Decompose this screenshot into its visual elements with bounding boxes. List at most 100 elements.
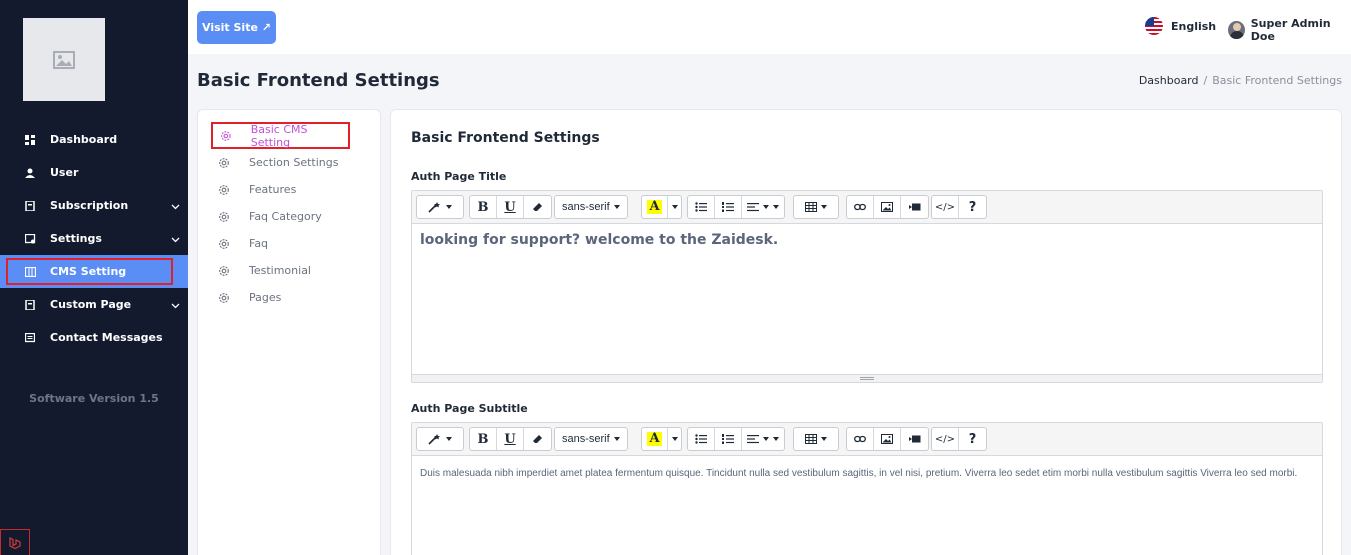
help-button[interactable]: ? xyxy=(959,196,986,218)
video-button[interactable] xyxy=(901,428,928,450)
menu-basic-cms-setting[interactable]: Basic CMS Setting xyxy=(211,122,350,149)
video-icon xyxy=(908,203,920,211)
color-a-icon: A xyxy=(647,199,662,214)
bullet-list-icon xyxy=(695,202,707,212)
sidebar-item-cms-setting[interactable]: CMS Setting xyxy=(0,255,188,288)
align-left-icon xyxy=(747,435,759,444)
image-icon xyxy=(53,50,75,69)
eraser-button[interactable] xyxy=(524,428,551,450)
chevron-down-icon xyxy=(171,200,180,213)
table-button[interactable] xyxy=(794,196,838,218)
editor-toolbar: B U sans-serif A </> ? xyxy=(412,423,1322,456)
link-button[interactable] xyxy=(847,196,874,218)
color-dropdown[interactable] xyxy=(668,196,681,218)
sidebar-nav: Dashboard User Subscription Settings CMS… xyxy=(0,123,188,354)
align-left-icon xyxy=(747,203,759,212)
insert-group xyxy=(846,427,929,451)
language-label: English xyxy=(1171,19,1217,33)
sidebar-item-label: Contact Messages xyxy=(50,331,163,344)
gear-icon xyxy=(221,130,231,141)
ordered-list-button[interactable] xyxy=(715,428,742,450)
bullet-list-button[interactable] xyxy=(688,196,715,218)
text-color-button[interactable]: A xyxy=(642,196,668,218)
us-flag-icon xyxy=(1145,17,1163,35)
breadcrumb: Dashboard / Basic Frontend Settings xyxy=(1139,74,1342,87)
sidebar-item-dashboard[interactable]: Dashboard xyxy=(0,123,188,156)
subscription-icon xyxy=(24,200,36,212)
image-button[interactable] xyxy=(874,196,901,218)
main-content-card: Basic Frontend Settings Auth Page Title … xyxy=(390,109,1342,555)
video-button[interactable] xyxy=(901,196,928,218)
magic-style-button[interactable] xyxy=(417,428,463,450)
avatar xyxy=(1228,21,1245,39)
sidebar-item-custom-page[interactable]: Custom Page xyxy=(0,288,188,321)
image-button[interactable] xyxy=(874,428,901,450)
code-view-button[interactable]: </> xyxy=(932,196,959,218)
auth-page-subtitle-content[interactable]: Duis malesuada nibh imperdiet amet plate… xyxy=(412,456,1322,491)
font-style-group: B U xyxy=(469,195,552,219)
gear-icon xyxy=(219,292,229,303)
menu-faq[interactable]: Faq xyxy=(211,230,371,257)
bold-button[interactable]: B xyxy=(470,196,497,218)
text-color-button[interactable]: A xyxy=(642,428,668,450)
font-family-select[interactable]: sans-serif xyxy=(555,428,627,450)
link-button[interactable] xyxy=(847,428,874,450)
menu-item-label: Basic CMS Setting xyxy=(250,122,308,149)
page-icon xyxy=(24,299,36,311)
font-family-select[interactable]: sans-serif xyxy=(555,196,627,218)
menu-testimonial[interactable]: Testimonial xyxy=(211,257,371,284)
paragraph-group xyxy=(687,427,785,451)
bullet-list-icon xyxy=(695,434,707,444)
sidebar-item-label: User xyxy=(50,166,79,179)
underline-button[interactable]: U xyxy=(497,428,524,450)
color-group: A xyxy=(641,195,682,219)
resize-handle[interactable] xyxy=(412,374,1322,382)
auth-page-title-label: Auth Page Title xyxy=(411,170,507,183)
menu-faq-category[interactable]: Faq Category xyxy=(211,203,371,230)
misc-group: </> ? xyxy=(931,195,987,219)
breadcrumb-home[interactable]: Dashboard xyxy=(1139,74,1199,87)
eraser-icon xyxy=(532,435,542,443)
sidebar-item-contact-messages[interactable]: Contact Messages xyxy=(0,321,188,354)
insert-group xyxy=(846,195,929,219)
auth-page-title-content[interactable]: looking for support? welcome to the Zaid… xyxy=(412,224,1322,374)
menu-section-settings[interactable]: Section Settings xyxy=(211,149,371,176)
page-title: Basic Frontend Settings xyxy=(197,70,440,91)
sidebar: Dashboard User Subscription Settings CMS… xyxy=(0,0,188,555)
bullet-list-button[interactable] xyxy=(688,428,715,450)
underline-button[interactable]: U xyxy=(497,196,524,218)
help-button[interactable]: ? xyxy=(959,428,986,450)
magic-style-button[interactable] xyxy=(417,196,463,218)
sidebar-item-user[interactable]: User xyxy=(0,156,188,189)
visit-site-button[interactable]: Visit Site ↗ xyxy=(197,11,276,44)
sidebar-item-subscription[interactable]: Subscription xyxy=(0,189,188,222)
menu-pages[interactable]: Pages xyxy=(211,284,371,311)
menu-features[interactable]: Features xyxy=(211,176,371,203)
table-button[interactable] xyxy=(794,428,838,450)
color-a-icon: A xyxy=(647,431,662,446)
color-dropdown[interactable] xyxy=(668,428,681,450)
language-selector[interactable]: English xyxy=(1145,17,1216,35)
font-style-group: B U xyxy=(469,427,552,451)
magic-wand-icon xyxy=(428,202,440,213)
misc-group: </> ? xyxy=(931,427,987,451)
align-dropdown[interactable] xyxy=(742,196,784,218)
menu-item-label: Faq xyxy=(249,237,269,250)
ordered-list-button[interactable] xyxy=(715,196,742,218)
gear-icon xyxy=(219,184,229,195)
menu-item-label: Pages xyxy=(249,291,282,304)
sidebar-item-settings[interactable]: Settings xyxy=(0,222,188,255)
eraser-button[interactable] xyxy=(524,196,551,218)
laravel-debug-icon[interactable] xyxy=(0,529,30,555)
sidebar-item-label: Dashboard xyxy=(50,133,118,146)
user-menu[interactable]: Super Admin Doe xyxy=(1228,17,1351,43)
gear-icon xyxy=(219,265,229,276)
bold-button[interactable]: B xyxy=(470,428,497,450)
table-icon xyxy=(805,434,817,444)
code-view-button[interactable]: </> xyxy=(932,428,959,450)
editor-toolbar: B U sans-serif A </> ? xyxy=(412,191,1322,224)
sidebar-item-label: Subscription xyxy=(50,199,129,212)
table-group xyxy=(793,427,839,451)
auth-page-title-editor: B U sans-serif A </> ? looking for suppo… xyxy=(411,190,1323,383)
align-dropdown[interactable] xyxy=(742,428,784,450)
